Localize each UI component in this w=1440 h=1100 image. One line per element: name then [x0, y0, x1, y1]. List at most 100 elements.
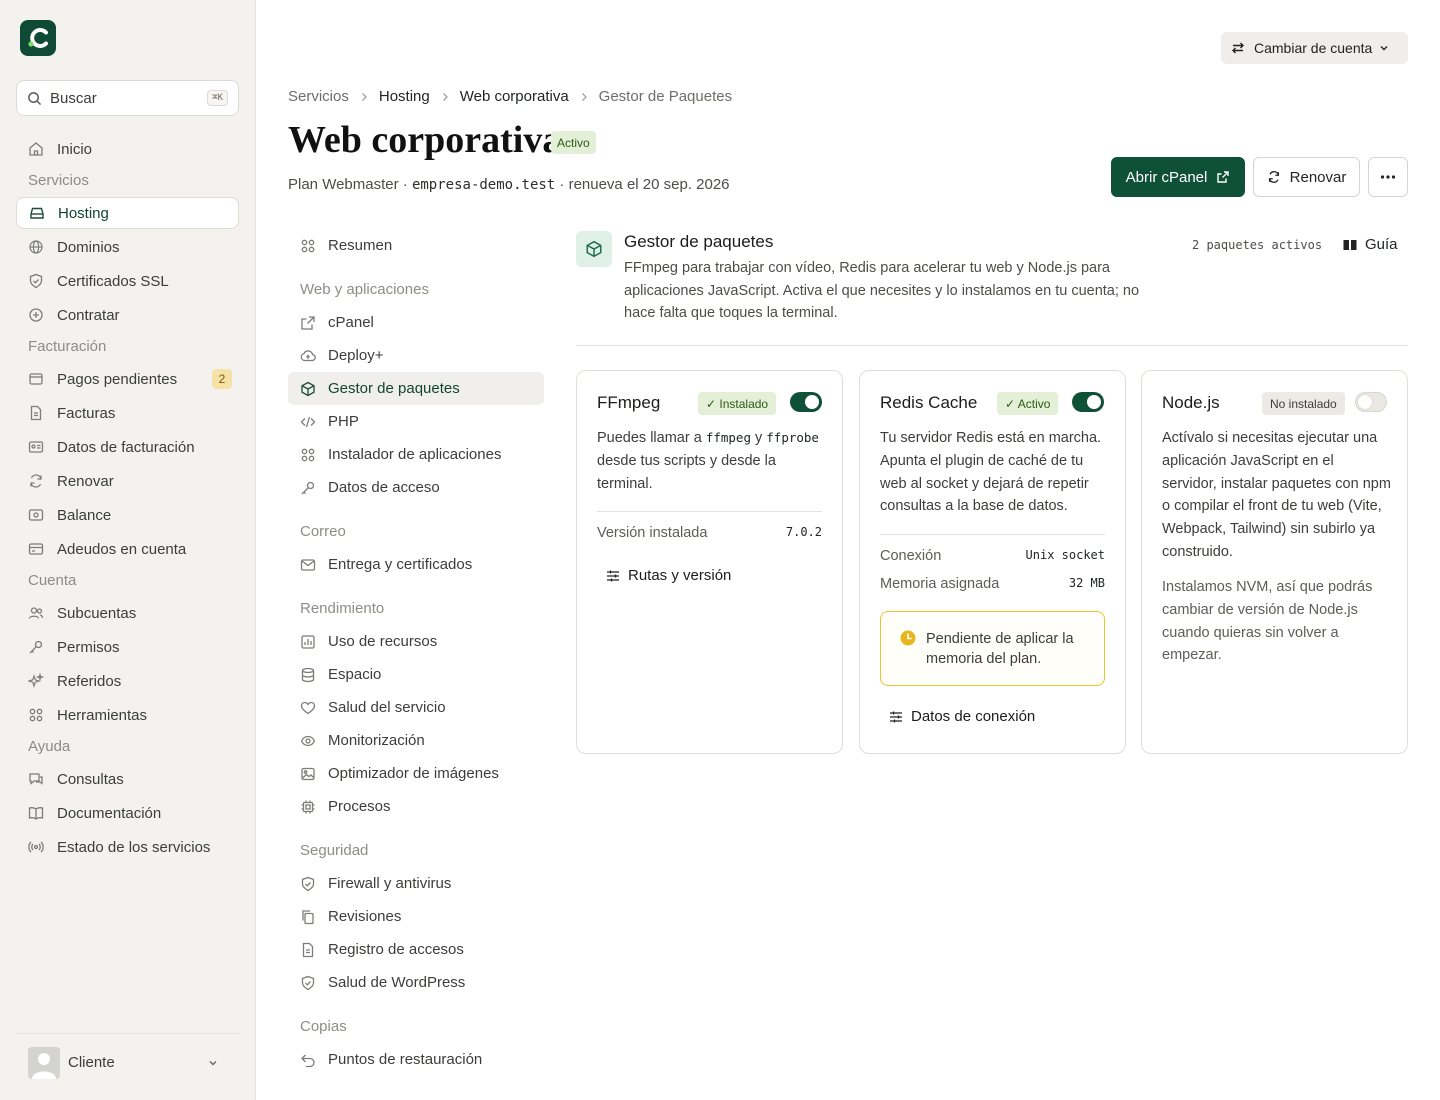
user-name: Cliente — [68, 1054, 115, 1071]
sidebar-item-permisos[interactable]: Permisos — [16, 631, 239, 663]
action-label: Datos de conexión — [911, 708, 1036, 725]
subnav-item-label: Instalador de aplicaciones — [328, 446, 502, 463]
breadcrumb-current: Gestor de Paquetes — [598, 88, 733, 105]
subnav-item-puntos-restauracion[interactable]: Puntos de restauración — [288, 1043, 544, 1076]
refresh-icon — [28, 473, 44, 489]
sidebar-item-subcuentas[interactable]: Subcuentas — [16, 597, 239, 629]
sidebar-item-estado[interactable]: Estado de los servicios — [16, 831, 239, 863]
breadcrumb-web-corporativa[interactable]: Web corporativa — [460, 88, 569, 105]
sidebar-item-herramientas[interactable]: Herramientas — [16, 699, 239, 731]
open-cpanel-button[interactable]: Abrir cPanel — [1111, 157, 1245, 197]
package-status-badge: No instalado — [1262, 392, 1345, 415]
heart-icon — [300, 700, 316, 716]
subnav-item-procesos[interactable]: Procesos — [288, 790, 544, 823]
sidebar-item-documentacion[interactable]: Documentación — [16, 797, 239, 829]
sidebar-item-consultas[interactable]: Consultas — [16, 763, 239, 795]
section-description: FFmpeg para trabajar con vídeo, Redis pa… — [624, 260, 1140, 321]
sidebar-item-dominios[interactable]: Dominios — [16, 231, 239, 263]
radio-icon — [28, 839, 44, 855]
search-input[interactable]: Buscar — [50, 90, 207, 107]
mail-icon — [300, 557, 316, 573]
subnav-item-salud-wordpress[interactable]: Salud de WordPress — [288, 966, 544, 999]
open-cpanel-label: Abrir cPanel — [1125, 168, 1208, 186]
guide-button[interactable]: Guía — [1343, 236, 1398, 253]
sidebar-item-label: Adeudos en cuenta — [57, 540, 187, 558]
sidebar-item-label: Consultas — [57, 770, 124, 788]
subnav-item-php[interactable]: PHP — [288, 405, 544, 438]
subnav-item-label: Deploy+ — [328, 347, 384, 364]
sidebar-item-adeudos[interactable]: Adeudos en cuenta — [16, 533, 239, 565]
sidebar-item-label: Hosting — [58, 204, 109, 222]
package-icon — [576, 231, 612, 267]
users-icon — [28, 605, 44, 621]
shield-icon — [28, 273, 44, 289]
plan-label: Plan Webmaster · — [288, 176, 408, 193]
sidebar-item-facturas[interactable]: Facturas — [16, 397, 239, 429]
sidebar-item-datos-facturacion[interactable]: Datos de facturación — [16, 431, 239, 463]
package-card-ffmpeg: FFmpeg ✓ Instalado Puedes llamar a ffmpe… — [576, 370, 843, 754]
plus-circle-icon — [28, 307, 44, 323]
installed-version-row: Versión instalada 7.0.2 — [597, 525, 822, 541]
subnav-item-label: Revisiones — [328, 908, 402, 925]
clock-icon — [900, 630, 916, 685]
subnav-item-revisiones[interactable]: Revisiones — [288, 900, 544, 933]
package-toggle[interactable] — [1072, 392, 1104, 412]
sidebar-section-cuenta: Cuenta — [28, 572, 77, 589]
subnav-item-instalador[interactable]: Instalador de aplicaciones — [288, 438, 544, 471]
subnav-item-gestor-paquetes[interactable]: Gestor de paquetes — [288, 372, 544, 405]
subnav-item-espacio[interactable]: Espacio — [288, 658, 544, 691]
subnav-item-salud-servicio[interactable]: Salud del servicio — [288, 691, 544, 724]
sidebar-item-balance[interactable]: Balance — [16, 499, 239, 531]
grid-icon — [28, 707, 44, 723]
subnav-item-label: Optimizador de imágenes — [328, 765, 499, 782]
brand-logo[interactable] — [20, 20, 56, 56]
pending-count-badge: 2 — [212, 369, 232, 389]
subnav-item-resumen[interactable]: Resumen — [288, 229, 544, 262]
package-toggle[interactable] — [1355, 392, 1387, 412]
renew-button[interactable]: Renovar — [1253, 157, 1360, 197]
grid-icon — [300, 447, 316, 463]
key-icon — [300, 480, 316, 496]
eye-icon — [300, 733, 316, 749]
routes-version-button[interactable]: Rutas y versión — [606, 567, 731, 584]
sidebar-item-hosting[interactable]: Hosting — [16, 197, 239, 229]
refresh-icon — [1267, 170, 1281, 184]
connection-data-button[interactable]: Datos de conexión — [889, 708, 1035, 725]
sidebar-item-referidos[interactable]: Referidos — [16, 665, 239, 697]
sidebar-item-label: Certificados SSL — [57, 272, 169, 290]
subnav-item-optimizador[interactable]: Optimizador de imágenes — [288, 757, 544, 790]
plan-summary: Plan Webmaster · empresa-demo.test · ren… — [288, 176, 730, 193]
key-icon — [28, 639, 44, 655]
subnav-item-monitorizacion[interactable]: Monitorización — [288, 724, 544, 757]
package-status-badge: ✓ Instalado — [698, 392, 777, 415]
sidebar-item-inicio[interactable]: Inicio — [16, 133, 239, 165]
subnav-item-label: Resumen — [328, 237, 393, 254]
external-link-icon — [300, 315, 316, 331]
sidebar-item-renovar[interactable]: Renovar — [16, 465, 239, 497]
subnav-section-seguridad: Seguridad — [300, 842, 369, 859]
sidebar-item-label: Inicio — [57, 140, 93, 158]
breadcrumb-hosting[interactable]: Hosting — [379, 88, 430, 105]
id-card-icon — [28, 439, 44, 455]
subnav-item-uso-recursos[interactable]: Uso de recursos — [288, 625, 544, 658]
file-icon — [300, 942, 316, 958]
user-menu[interactable]: Cliente — [16, 1033, 239, 1091]
subnav-item-cpanel[interactable]: cPanel — [288, 306, 544, 339]
switch-account-button[interactable]: Cambiar de cuenta — [1221, 32, 1408, 64]
breadcrumb-servicios[interactable]: Servicios — [288, 88, 349, 105]
subnav-item-datos-acceso[interactable]: Datos de acceso — [288, 471, 544, 504]
sidebar-item-ssl[interactable]: Certificados SSL — [16, 265, 239, 297]
search-box[interactable]: Buscar ⌘K — [16, 80, 239, 116]
subnav-item-entrega[interactable]: Entrega y certificados — [288, 548, 544, 581]
subnav-item-deploy[interactable]: Deploy+ — [288, 339, 544, 372]
sidebar-item-label: Permisos — [57, 638, 120, 656]
subnav-item-firewall[interactable]: Firewall y antivirus — [288, 867, 544, 900]
sidebar-item-contratar[interactable]: Contratar — [16, 299, 239, 331]
package-toggle[interactable] — [790, 392, 822, 412]
more-options-button[interactable] — [1368, 157, 1408, 197]
sidebar-item-label: Documentación — [57, 804, 162, 822]
subnav-item-label: Gestor de paquetes — [328, 380, 460, 397]
sidebar-item-pagos-pendientes[interactable]: Pagos pendientes 2 — [16, 363, 239, 395]
row-label: Conexión — [880, 548, 942, 564]
subnav-item-registro[interactable]: Registro de accesos — [288, 933, 544, 966]
